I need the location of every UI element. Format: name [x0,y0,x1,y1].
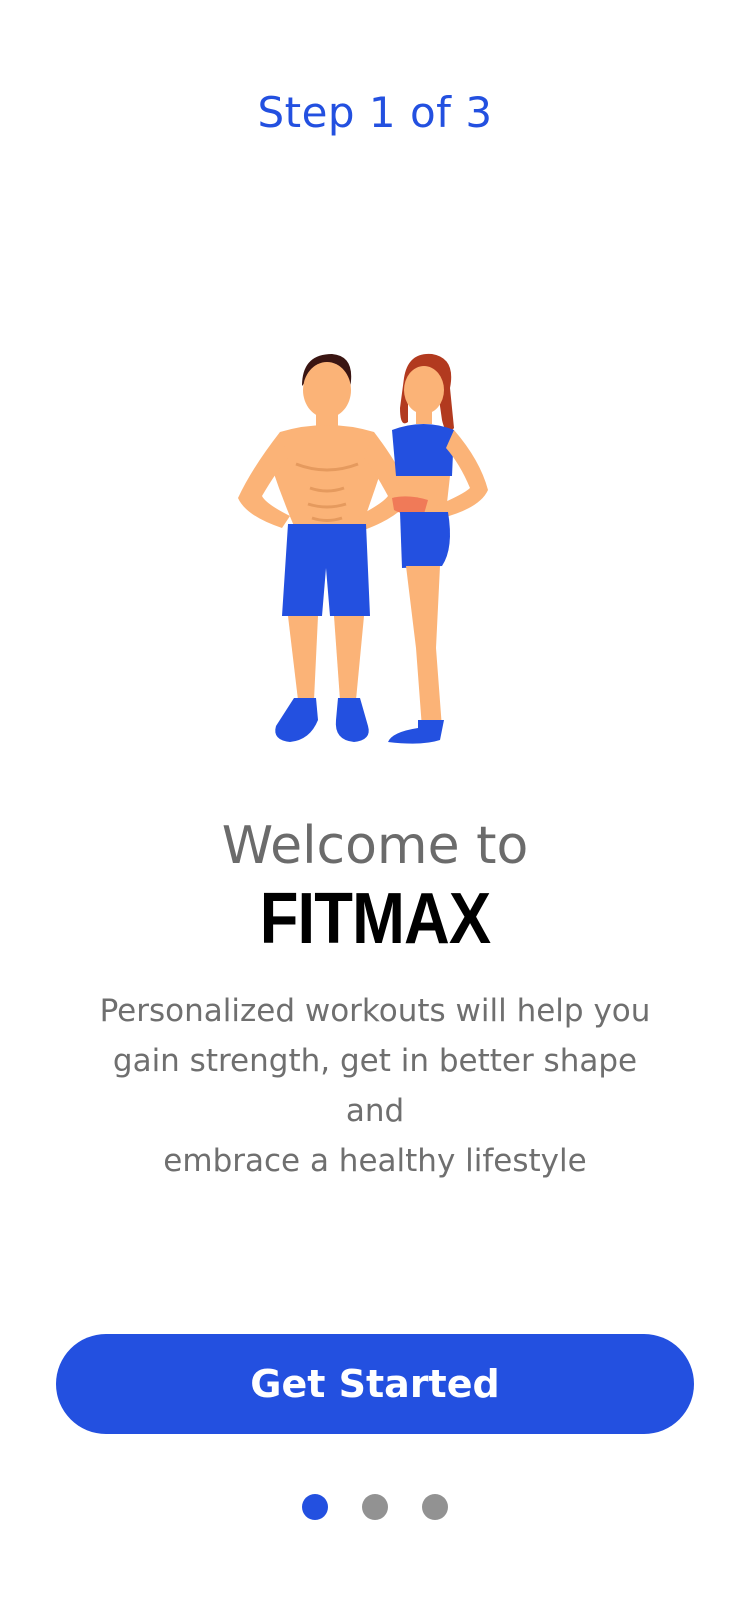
brand-title: FITMAX [259,879,491,959]
pager-dot-1[interactable] [302,1494,328,1520]
description-line-3: embrace a healthy lifestyle [163,1143,587,1179]
woman-figure [388,353,488,744]
welcome-heading: Welcome to [221,816,529,876]
step-indicator-text: Step 1 of 3 [257,88,493,137]
description-line-1: Personalized workouts will help you [99,993,651,1029]
description-line-2: gain strength, get in better shape and [112,1043,638,1129]
onboarding-description: Personalized workouts will help you gain… [90,986,660,1186]
pager-dot-2[interactable] [362,1494,388,1520]
man-figure [238,354,412,742]
pager-dots [0,1494,750,1520]
fitness-couple-illustration [238,353,488,744]
pager-dot-3[interactable] [422,1494,448,1520]
get-started-button[interactable]: Get Started [56,1334,694,1434]
